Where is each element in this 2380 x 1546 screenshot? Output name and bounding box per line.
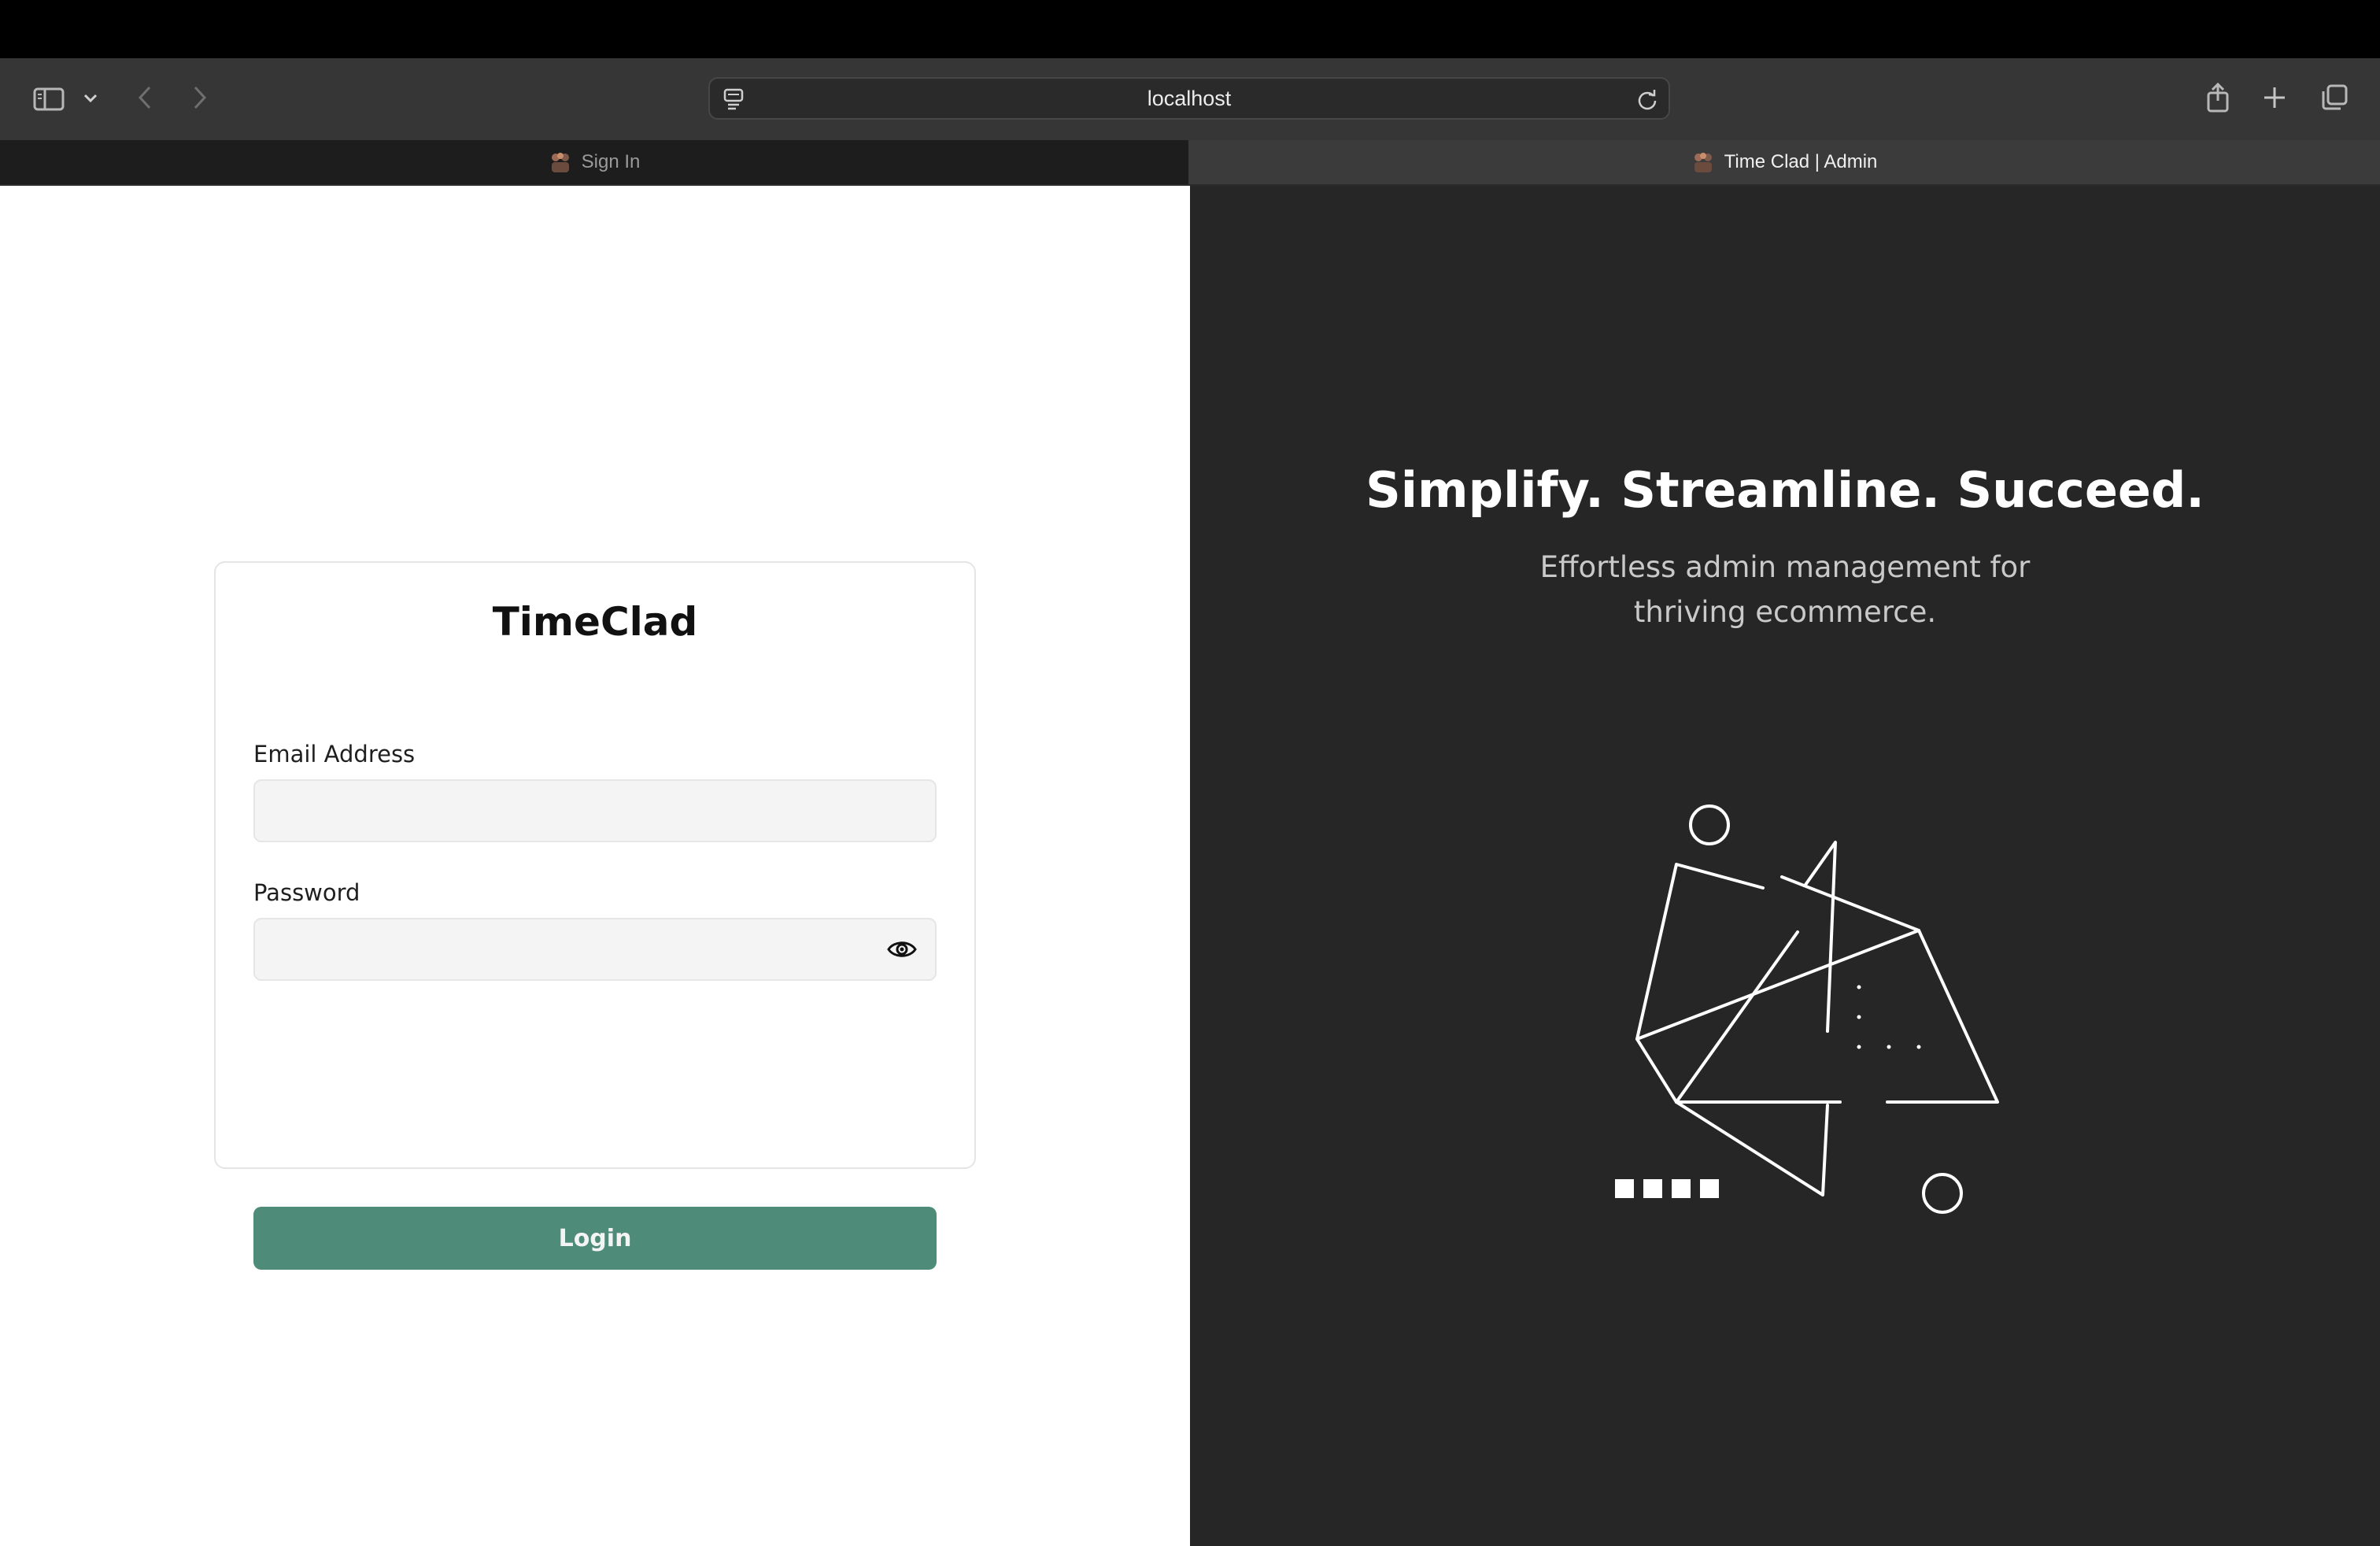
password-label: Password: [253, 879, 360, 906]
geometric-illustration: [1615, 804, 1999, 1214]
tab-label: Sign In: [581, 151, 641, 172]
chevron-down-icon[interactable]: [79, 87, 102, 110]
illustration-circle-top: [1689, 804, 1730, 845]
email-label: Email Address: [253, 741, 416, 767]
sidebar-icon[interactable]: [30, 80, 68, 118]
favicon-icon: [549, 150, 572, 174]
favicon-icon: [1691, 150, 1715, 174]
tab-bar: Sign In Time Clad | Admin: [0, 140, 2380, 186]
illustration-circle-bottom: [1922, 1173, 1963, 1214]
reload-icon[interactable]: [1634, 86, 1661, 113]
new-tab-icon[interactable]: [2259, 82, 2290, 113]
hero-subline: Effortless admin management for thriving…: [1190, 545, 2380, 634]
login-card: TimeClad Email Address Password Login: [214, 561, 976, 1270]
tab-time-clad-admin[interactable]: Time Clad | Admin: [1188, 140, 2380, 184]
illustration-spike: [1804, 841, 1837, 1033]
hero-headline: Simplify. Streamline. Succeed.: [1366, 461, 2204, 519]
window-title-bar: [0, 0, 2380, 58]
hero-subline-line-1: Effortless admin management for: [1539, 550, 2031, 584]
forward-icon[interactable]: [186, 80, 214, 115]
brand-title: TimeClad: [492, 599, 698, 645]
share-icon[interactable]: [2202, 79, 2234, 117]
login-pane: TimeClad Email Address Password Login: [0, 186, 1190, 1546]
login-button[interactable]: Login: [253, 1207, 937, 1270]
tab-overview-icon[interactable]: [2317, 80, 2352, 115]
illustration-dots: [1857, 985, 1921, 1049]
illustration-diagonal: [1635, 929, 1920, 1041]
browser-toolbar: localhost: [0, 58, 2380, 140]
show-password-eye-icon[interactable]: [886, 934, 918, 965]
email-field[interactable]: [253, 779, 937, 842]
illustration-lower-triangle: [1675, 1100, 1829, 1196]
password-field[interactable]: [253, 918, 937, 981]
url-text: localhost: [1147, 86, 1232, 110]
illustration-squares: [1615, 1179, 1719, 1198]
tab-label: Time Clad | Admin: [1724, 151, 1878, 172]
hero-subline-line-2: thriving ecommerce.: [1633, 595, 1937, 629]
tab-sign-in[interactable]: Sign In: [0, 140, 1188, 184]
hero-pane: Simplify. Streamline. Succeed. Effortles…: [1190, 186, 2380, 1546]
back-icon[interactable]: [131, 80, 159, 115]
illustration-triangle: [1780, 875, 1999, 1104]
address-bar[interactable]: localhost: [708, 77, 1670, 120]
